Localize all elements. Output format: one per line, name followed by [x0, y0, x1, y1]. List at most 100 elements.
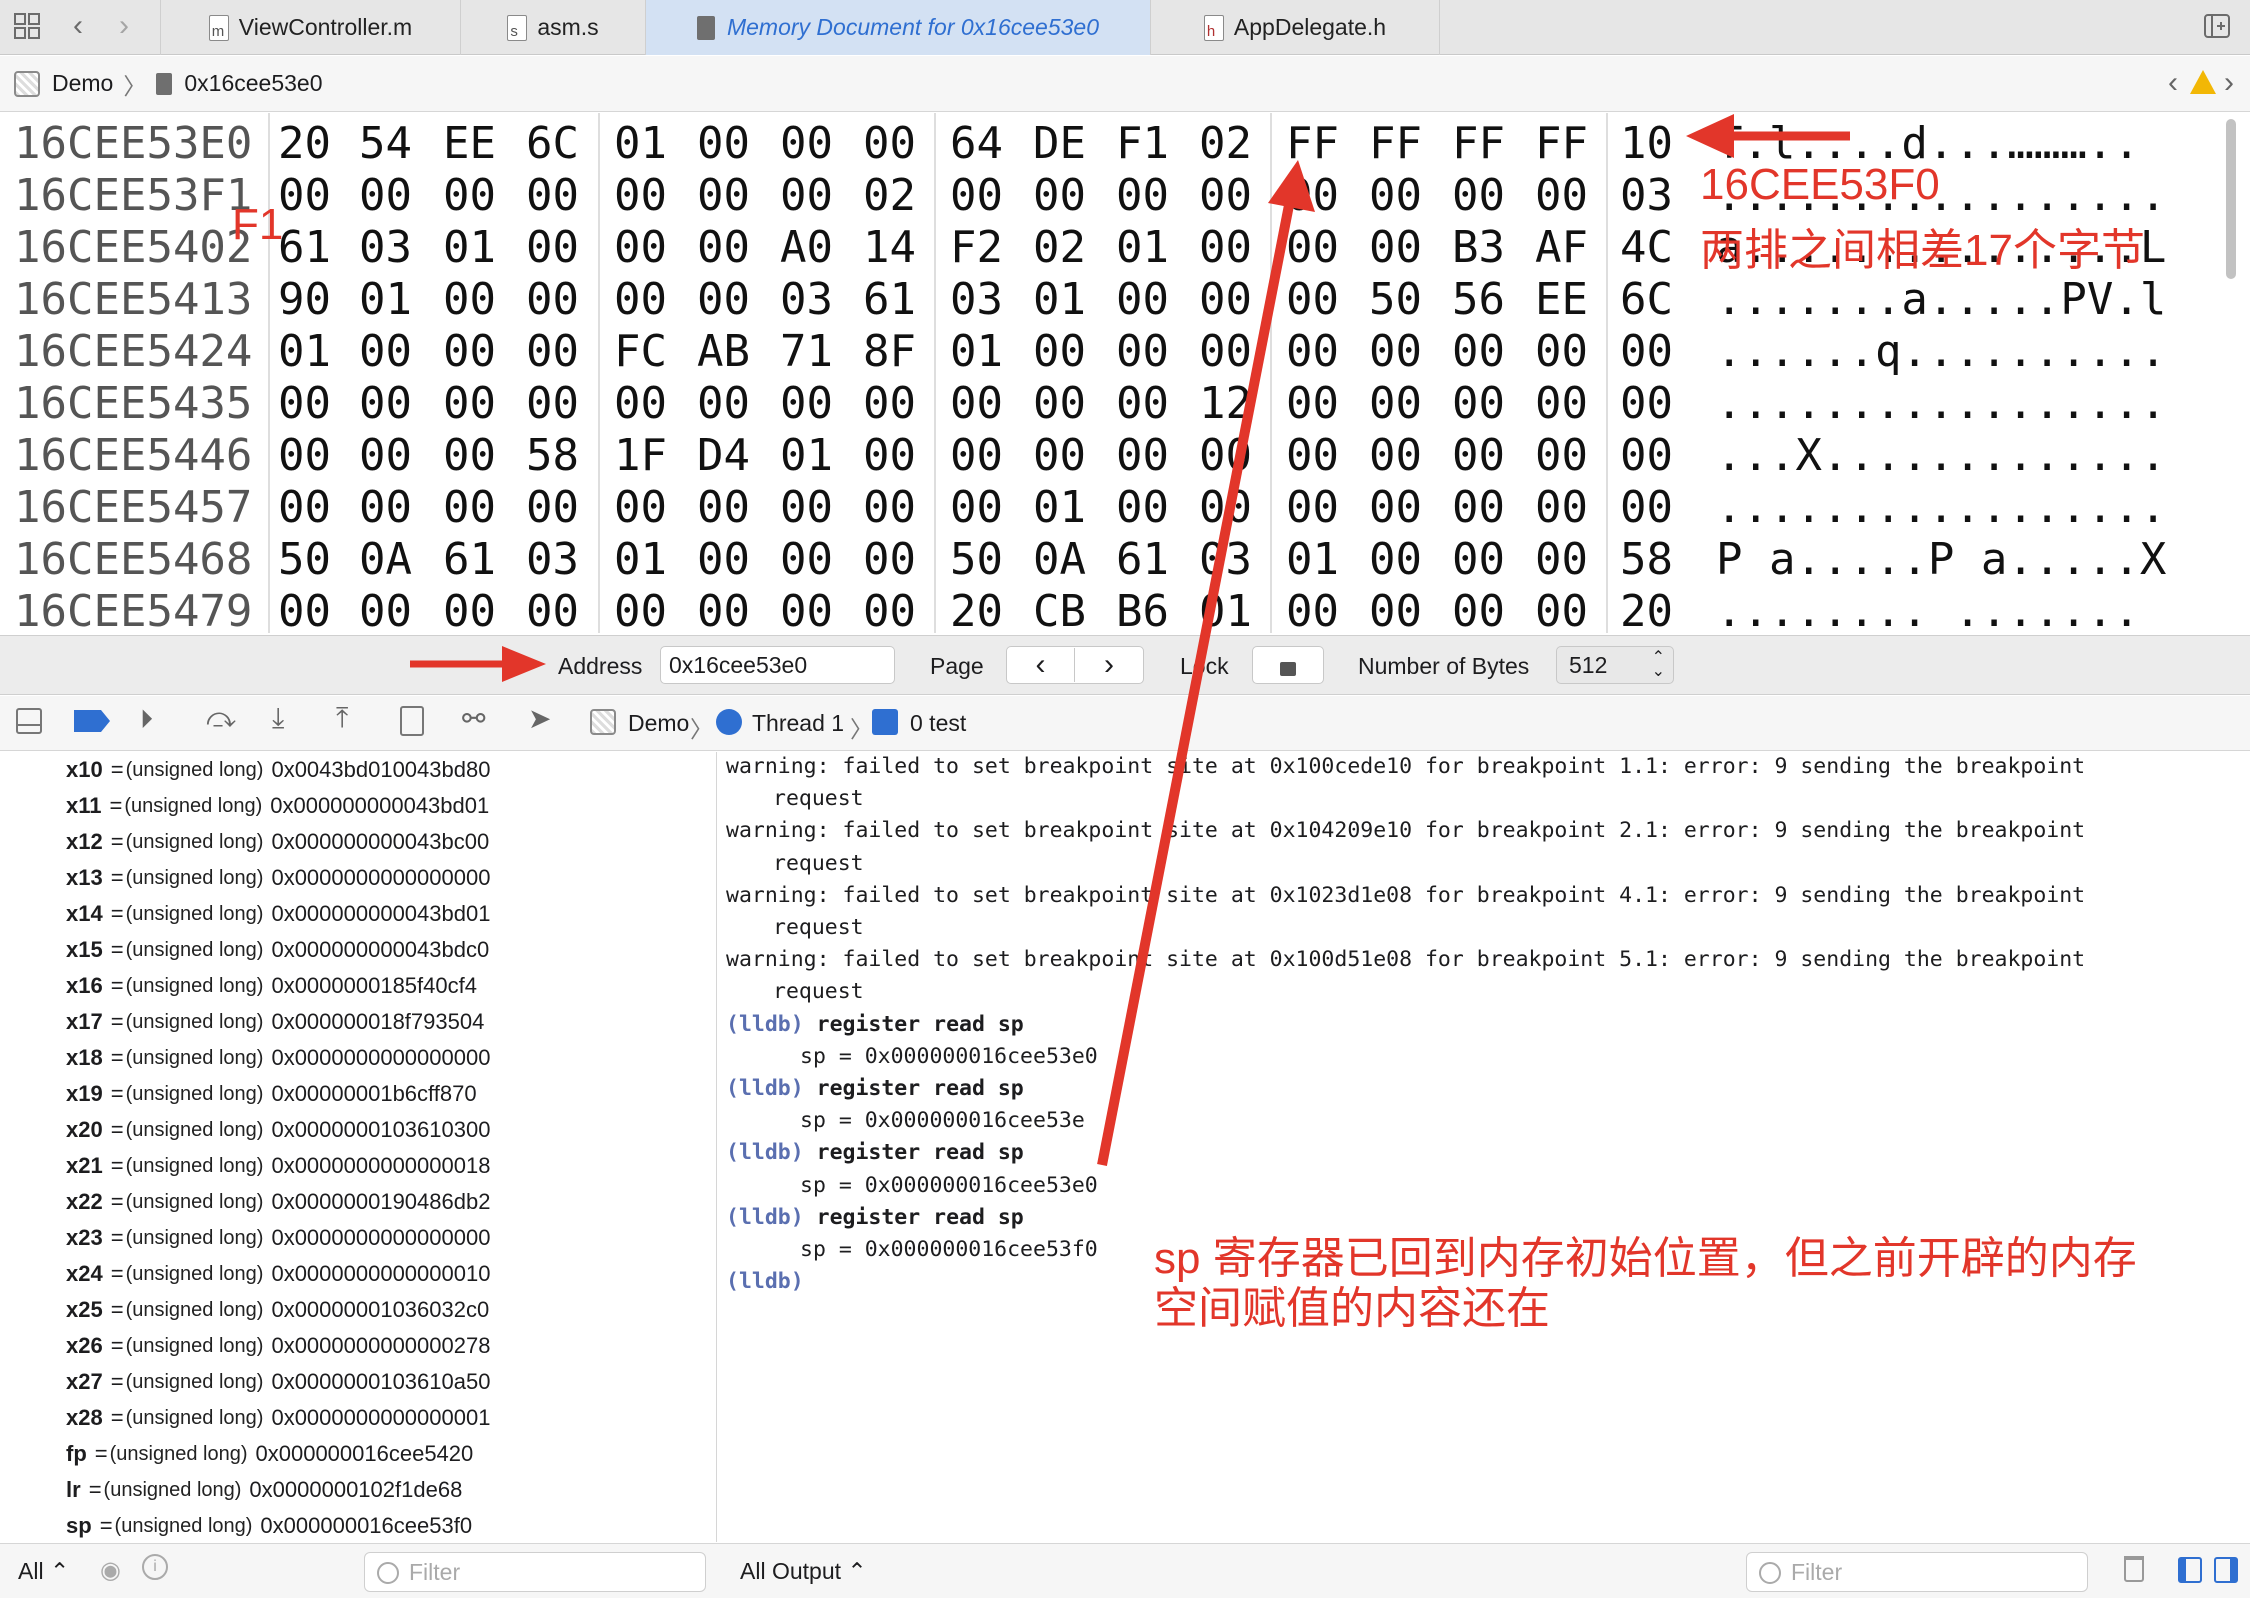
tab-viewcontroller[interactable]: m ViewController.m [160, 0, 460, 55]
hex-byte[interactable]: DE [1033, 118, 1086, 169]
hex-byte[interactable]: 00 [443, 586, 496, 634]
hex-byte[interactable]: 00 [1286, 170, 1339, 221]
hex-byte[interactable]: 00 [697, 534, 750, 585]
hex-byte[interactable]: 00 [1620, 482, 1673, 533]
hex-byte[interactable]: 00 [780, 378, 833, 429]
console-filter-input[interactable]: Filter [1746, 1552, 2088, 1592]
hex-byte[interactable]: 00 [1535, 482, 1588, 533]
hex-byte[interactable]: 14 [863, 222, 916, 273]
hex-byte[interactable]: 03 [780, 274, 833, 325]
breadcrumb-thread[interactable]: Thread 1 [752, 710, 844, 737]
hex-byte[interactable]: 00 [278, 170, 331, 221]
hex-byte[interactable]: 00 [780, 118, 833, 169]
hex-byte[interactable]: 00 [614, 586, 667, 634]
hex-byte[interactable]: 00 [1535, 378, 1588, 429]
hex-byte[interactable]: 00 [1286, 586, 1339, 634]
hex-byte[interactable]: 00 [1286, 482, 1339, 533]
hex-byte[interactable]: 00 [614, 482, 667, 533]
variable-row[interactable]: x18 = (unsigned long) 0x0000000000000000 [0, 1040, 716, 1076]
view-hierarchy-icon[interactable] [400, 706, 424, 736]
hex-byte[interactable]: 03 [359, 222, 412, 273]
page-next-icon[interactable]: › [1075, 648, 1143, 682]
hex-byte[interactable]: 00 [1620, 430, 1673, 481]
hex-byte[interactable]: 00 [526, 326, 579, 377]
hex-byte[interactable]: 00 [780, 170, 833, 221]
hex-byte[interactable]: 0A [1033, 534, 1086, 585]
address-input[interactable]: 0x16cee53e0 [660, 646, 895, 684]
hex-byte[interactable]: 00 [1033, 378, 1086, 429]
hex-byte[interactable]: 00 [950, 378, 1003, 429]
hex-byte[interactable]: 00 [359, 378, 412, 429]
hex-byte[interactable]: 00 [359, 430, 412, 481]
hex-byte[interactable]: 8F [863, 326, 916, 377]
split-right-icon[interactable] [2214, 1557, 2238, 1583]
variable-row[interactable]: x14 = (unsigned long) 0x000000000043bd01 [0, 896, 716, 932]
hex-byte[interactable]: 00 [863, 378, 916, 429]
hex-byte[interactable]: 6C [526, 118, 579, 169]
hex-byte[interactable]: 01 [1033, 482, 1086, 533]
hex-byte[interactable]: 00 [1452, 482, 1505, 533]
hex-byte[interactable]: 02 [863, 170, 916, 221]
hex-byte[interactable]: 00 [863, 534, 916, 585]
warning-icon[interactable] [2190, 70, 2216, 94]
hex-byte[interactable]: 00 [697, 222, 750, 273]
hex-byte[interactable]: 00 [950, 430, 1003, 481]
hex-byte[interactable]: 6C [1620, 274, 1673, 325]
hex-byte[interactable]: 00 [1286, 274, 1339, 325]
variable-row[interactable]: x19 = (unsigned long) 0x00000001b6cff870 [0, 1076, 716, 1112]
hex-byte[interactable]: 03 [1620, 170, 1673, 221]
hex-byte[interactable]: 00 [1535, 326, 1588, 377]
hide-debug-area-icon[interactable] [16, 708, 42, 734]
back-icon[interactable]: ‹ [62, 9, 94, 43]
hex-byte[interactable]: 02 [1199, 118, 1252, 169]
hex-byte[interactable]: 20 [278, 118, 331, 169]
hex-byte[interactable]: 00 [1116, 326, 1169, 377]
variable-row[interactable]: sp = (unsigned long) 0x000000016cee53f0 [0, 1508, 716, 1542]
hex-byte[interactable]: 00 [780, 482, 833, 533]
hex-byte[interactable]: D4 [697, 430, 750, 481]
location-icon[interactable]: ➤ [528, 702, 551, 735]
hex-byte[interactable]: 71 [780, 326, 833, 377]
page-stepper[interactable]: ‹ › [1006, 646, 1144, 684]
hex-byte[interactable]: 00 [1535, 586, 1588, 634]
hex-byte[interactable]: 00 [278, 378, 331, 429]
hex-byte[interactable]: 00 [863, 430, 916, 481]
hex-byte[interactable]: 03 [1199, 534, 1252, 585]
hex-byte[interactable]: 00 [359, 482, 412, 533]
hex-byte[interactable]: 00 [1116, 482, 1169, 533]
hex-byte[interactable]: 00 [1452, 534, 1505, 585]
variable-row[interactable]: fp = (unsigned long) 0x000000016cee5420 [0, 1436, 716, 1472]
variable-row[interactable]: lr = (unsigned long) 0x0000000102f1de68 [0, 1472, 716, 1508]
hex-byte[interactable]: 00 [1452, 430, 1505, 481]
hex-byte[interactable]: 00 [1535, 170, 1588, 221]
hex-byte[interactable]: 00 [1286, 378, 1339, 429]
hex-byte[interactable]: 02 [1033, 222, 1086, 273]
step-over-icon[interactable]: ⤼ [206, 702, 236, 735]
breakpoints-icon[interactable] [74, 710, 110, 732]
hex-byte[interactable]: 61 [443, 534, 496, 585]
hex-byte[interactable]: 00 [1116, 170, 1169, 221]
hex-byte[interactable]: 00 [1452, 326, 1505, 377]
hex-byte[interactable]: 03 [526, 534, 579, 585]
variable-row[interactable]: x24 = (unsigned long) 0x0000000000000010 [0, 1256, 716, 1292]
continue-icon[interactable]: ⏵ [140, 704, 153, 736]
memory-graph-icon[interactable]: ⚯ [462, 702, 485, 735]
hex-byte[interactable]: FF [1535, 118, 1588, 169]
hex-byte[interactable]: 58 [1620, 534, 1673, 585]
hex-byte[interactable]: B3 [1452, 222, 1505, 273]
hex-byte[interactable]: 00 [1369, 430, 1422, 481]
hex-byte[interactable]: 01 [1286, 534, 1339, 585]
hex-byte[interactable]: 00 [1452, 170, 1505, 221]
hex-byte[interactable]: 00 [526, 274, 579, 325]
hex-byte[interactable]: 00 [526, 170, 579, 221]
hex-byte[interactable]: 00 [1369, 170, 1422, 221]
hex-byte[interactable]: 01 [614, 118, 667, 169]
variable-row[interactable]: x28 = (unsigned long) 0x0000000000000001 [0, 1400, 716, 1436]
hex-byte[interactable]: 00 [1369, 534, 1422, 585]
variable-row[interactable]: x20 = (unsigned long) 0x0000000103610300 [0, 1112, 716, 1148]
hex-byte[interactable]: 00 [697, 274, 750, 325]
hex-byte[interactable]: 00 [614, 222, 667, 273]
hex-byte[interactable]: 00 [443, 378, 496, 429]
variable-row[interactable]: x23 = (unsigned long) 0x0000000000000000 [0, 1220, 716, 1256]
hex-byte[interactable]: 00 [1452, 586, 1505, 634]
